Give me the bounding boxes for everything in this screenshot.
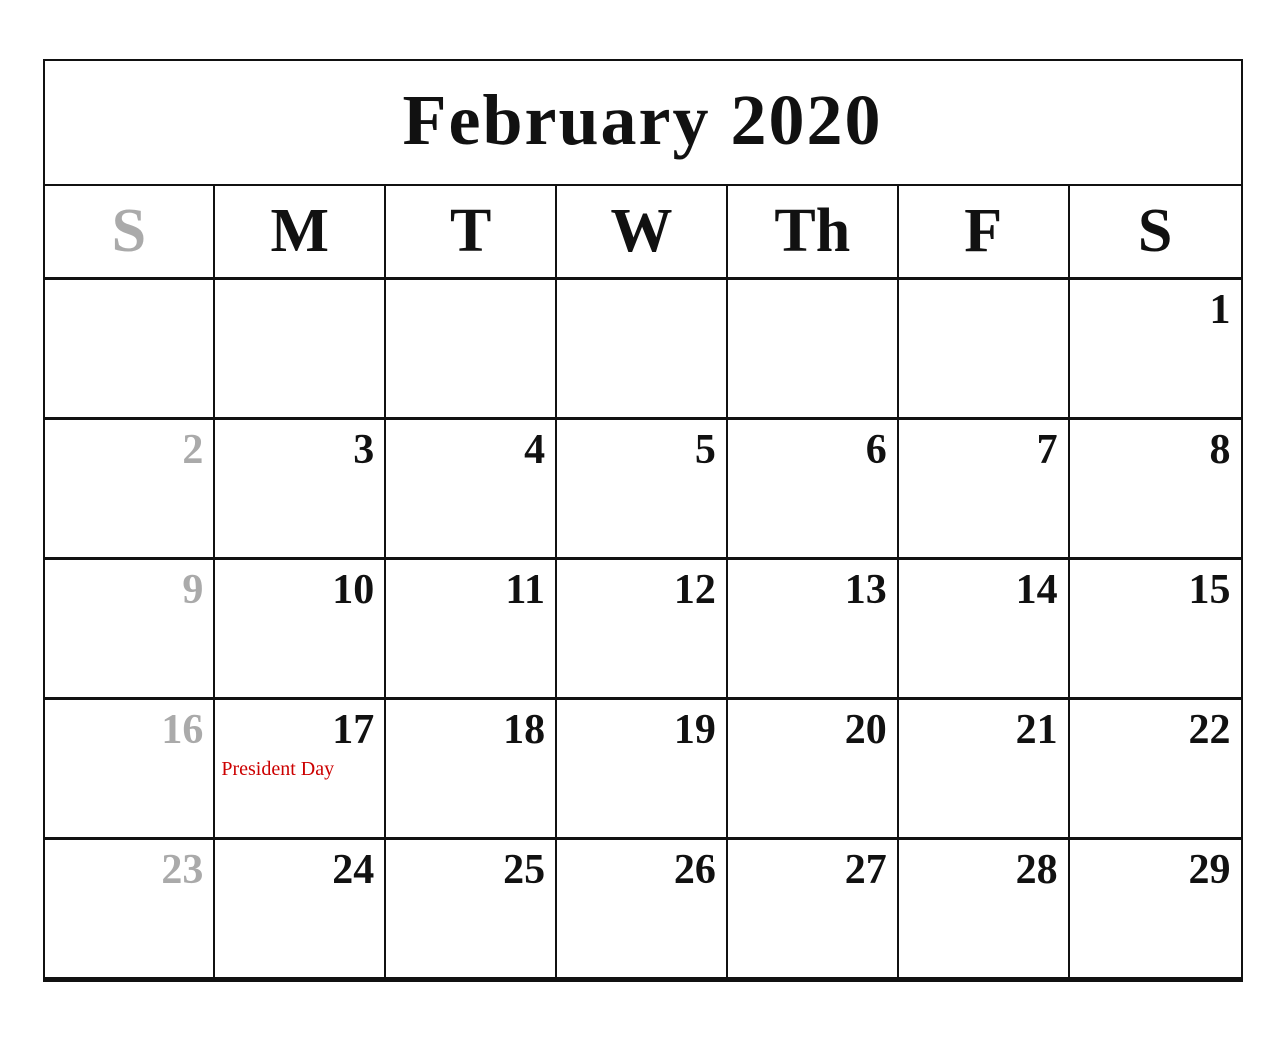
day-cell: 17 President Day — [215, 700, 386, 840]
day-number: 22 — [1076, 706, 1231, 754]
day-header-thursday: Th — [728, 186, 899, 277]
day-cell: 11 — [386, 560, 557, 700]
day-number: 8 — [1076, 426, 1231, 474]
day-number: 1 — [1076, 286, 1231, 334]
day-cell: 15 — [1070, 560, 1241, 700]
day-number: 15 — [1076, 566, 1231, 614]
day-cell: 13 — [728, 560, 899, 700]
month-year-title: February 2020 — [45, 79, 1241, 162]
day-number: 4 — [392, 426, 545, 474]
day-header-sunday: S — [45, 186, 216, 277]
day-number: 7 — [905, 426, 1058, 474]
day-number: 24 — [221, 846, 374, 894]
day-number: 9 — [51, 566, 204, 614]
day-cell — [386, 280, 557, 420]
day-number: 3 — [221, 426, 374, 474]
day-cell: 12 — [557, 560, 728, 700]
day-number: 25 — [392, 846, 545, 894]
day-number: 29 — [1076, 846, 1231, 894]
day-cell: 10 — [215, 560, 386, 700]
day-cell: 5 — [557, 420, 728, 560]
day-number: 12 — [563, 566, 716, 614]
day-cell: 27 — [728, 840, 899, 980]
day-cell: 9 — [45, 560, 216, 700]
day-cell: 3 — [215, 420, 386, 560]
holiday-label: President Day — [221, 758, 374, 781]
day-cell: 8 — [1070, 420, 1241, 560]
day-number: 14 — [905, 566, 1058, 614]
day-number: 27 — [734, 846, 887, 894]
day-number: 28 — [905, 846, 1058, 894]
day-cell: 23 — [45, 840, 216, 980]
day-cell: 20 — [728, 700, 899, 840]
day-cell: 14 — [899, 560, 1070, 700]
day-cell: 25 — [386, 840, 557, 980]
day-cell: 1 — [1070, 280, 1241, 420]
day-cell: 7 — [899, 420, 1070, 560]
calendar-header: February 2020 — [45, 61, 1241, 186]
day-cell: 28 — [899, 840, 1070, 980]
day-number: 19 — [563, 706, 716, 754]
day-header-wednesday: W — [557, 186, 728, 277]
day-cell — [557, 280, 728, 420]
day-cell: 29 — [1070, 840, 1241, 980]
day-cell: 22 — [1070, 700, 1241, 840]
day-cell: 16 — [45, 700, 216, 840]
day-cell: 6 — [728, 420, 899, 560]
day-number: 2 — [51, 426, 204, 474]
day-number: 6 — [734, 426, 887, 474]
calendar: February 2020 SMTWThFS 12345678910111213… — [43, 59, 1243, 982]
day-cell — [899, 280, 1070, 420]
day-cell: 21 — [899, 700, 1070, 840]
day-number: 21 — [905, 706, 1058, 754]
day-number: 18 — [392, 706, 545, 754]
day-number: 10 — [221, 566, 374, 614]
day-headers: SMTWThFS — [45, 186, 1241, 280]
day-cell: 24 — [215, 840, 386, 980]
day-cell — [215, 280, 386, 420]
day-number: 11 — [392, 566, 545, 614]
day-header-monday: M — [215, 186, 386, 277]
day-number: 5 — [563, 426, 716, 474]
day-header-tuesday: T — [386, 186, 557, 277]
day-cell: 26 — [557, 840, 728, 980]
day-cell — [728, 280, 899, 420]
day-cell: 4 — [386, 420, 557, 560]
day-number: 23 — [51, 846, 204, 894]
day-cell: 19 — [557, 700, 728, 840]
day-number: 16 — [51, 706, 204, 754]
day-number: 20 — [734, 706, 887, 754]
day-cell — [45, 280, 216, 420]
calendar-grid: 1234567891011121314151617President Day18… — [45, 280, 1241, 980]
day-number: 17 — [221, 706, 374, 754]
day-number: 26 — [563, 846, 716, 894]
day-number: 13 — [734, 566, 887, 614]
day-cell: 2 — [45, 420, 216, 560]
day-header-saturday: S — [1070, 186, 1241, 277]
day-header-friday: F — [899, 186, 1070, 277]
day-cell: 18 — [386, 700, 557, 840]
